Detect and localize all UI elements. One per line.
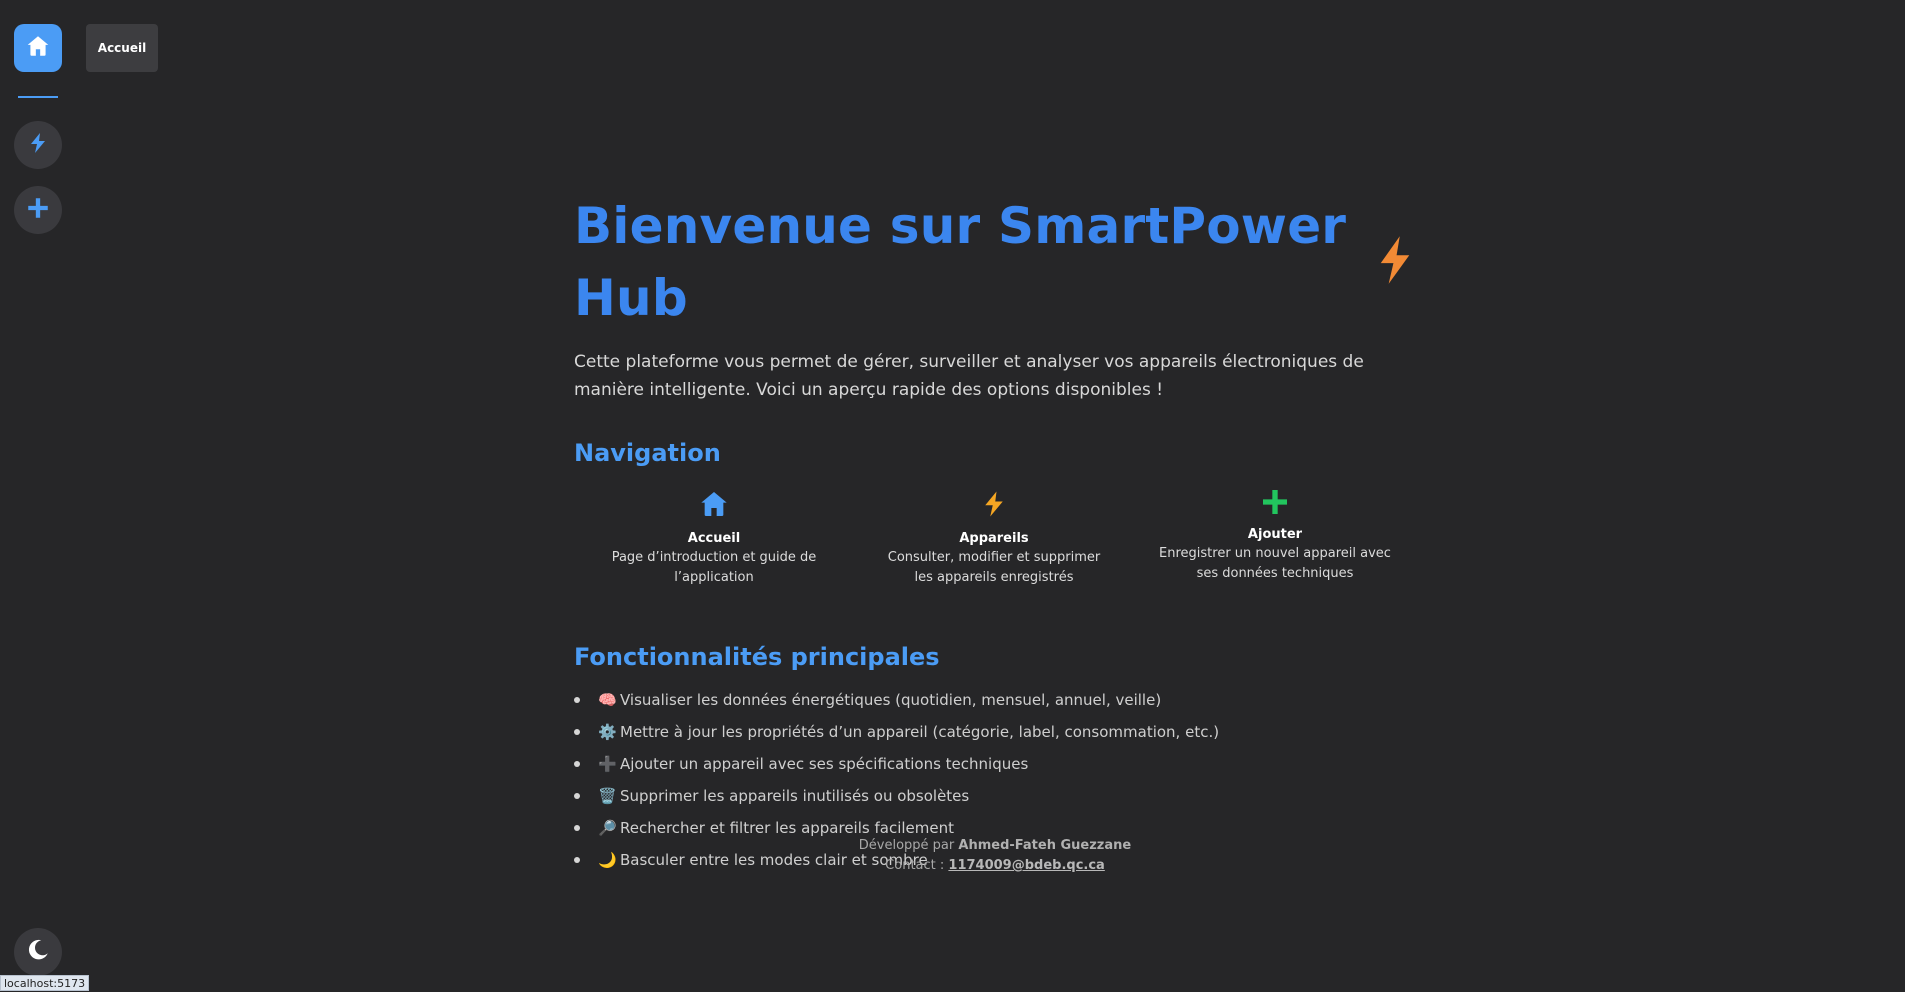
bolt-icon — [26, 131, 50, 159]
sidebar-tooltip: Accueil — [86, 24, 158, 72]
plus-icon: ➕ — [598, 755, 617, 773]
brain-icon: 🧠 — [598, 691, 617, 709]
footer-credit: Développé par Ahmed-Fateh Guezzane — [574, 836, 1416, 856]
search-icon: 🔎 — [598, 819, 617, 837]
sidebar-item-devices[interactable] — [14, 121, 62, 169]
page-title: Bienvenue sur SmartPower Hub — [574, 197, 1347, 327]
sidebar-item-add[interactable] — [14, 186, 62, 234]
feature-text: Supprimer les appareils inutilisés ou ob… — [620, 787, 970, 805]
bolt-icon — [1376, 234, 1414, 290]
gear-icon: ⚙️ — [598, 723, 617, 741]
sidebar — [0, 0, 76, 991]
feature-text: Visualiser les données énergétiques (quo… — [620, 691, 1162, 709]
nav-card-home[interactable]: Accueil Page d’introduction et guide de … — [574, 486, 854, 596]
status-bar-url: localhost:5173 — [0, 975, 90, 991]
footer-author: Ahmed-Fateh Guezzane — [958, 838, 1132, 853]
page-header: Bienvenue sur SmartPower Hub — [574, 190, 1414, 334]
list-item: 🗑️ Supprimer les appareils inutilisés ou … — [574, 780, 1414, 812]
footer-contact: Contact : 1174009@bdeb.qc.ca — [574, 856, 1416, 876]
nav-card-label: Appareils — [959, 531, 1029, 546]
main-content: Bienvenue sur SmartPower Hub Cette plate… — [574, 190, 1414, 876]
navigation-title: Navigation — [574, 439, 721, 467]
list-item: ➕ Ajouter un appareil avec ses spécificat… — [574, 748, 1414, 780]
list-item: 🧠 Visualiser les données énergétiques (qu… — [574, 684, 1414, 716]
home-icon — [698, 486, 730, 522]
plus-icon — [25, 195, 51, 225]
footer: Développé par Ahmed-Fateh Guezzane Conta… — [574, 836, 1416, 876]
list-item: ⚙️ Mettre à jour les propriétés d’un appa… — [574, 716, 1414, 748]
nav-card-devices[interactable]: Appareils Consulter, modifier et supprim… — [854, 486, 1134, 596]
home-icon — [25, 33, 51, 63]
nav-card-description: Page d’introduction et guide de l’applic… — [611, 550, 817, 585]
trash-icon: 🗑️ — [598, 787, 617, 805]
nav-card-description: Enregistrer un nouvel appareil avec ses … — [1159, 546, 1391, 581]
feature-text: Mettre à jour les propriétés d’un appare… — [620, 723, 1220, 741]
footer-contact-prefix: Contact : — [885, 858, 945, 873]
intro-text: Cette plateforme vous permet de gérer, s… — [574, 352, 1364, 400]
footer-credit-prefix: Développé par — [858, 838, 955, 853]
bolt-icon — [979, 486, 1009, 522]
nav-card-add[interactable]: Ajouter Enregistrer un nouvel appareil a… — [1134, 486, 1416, 596]
feature-text: Rechercher et filtrer les appareils faci… — [620, 819, 954, 837]
navigation-grid: Accueil Page d’introduction et guide de … — [574, 486, 1416, 596]
feature-text: Ajouter un appareil avec ses spécificati… — [620, 755, 1029, 773]
plus-icon — [1259, 486, 1291, 518]
nav-card-label: Ajouter — [1247, 527, 1303, 542]
sidebar-item-home[interactable] — [14, 24, 62, 72]
moon-icon — [25, 937, 51, 967]
features-title: Fonctionnalités principales — [574, 643, 940, 671]
nav-card-label: Accueil — [687, 531, 741, 546]
nav-card-description: Consulter, modifier et supprimer les app… — [887, 550, 1101, 585]
sidebar-divider — [18, 96, 58, 98]
footer-email-link[interactable]: 1174009@bdeb.qc.ca — [948, 858, 1104, 873]
theme-toggle-button[interactable] — [14, 928, 62, 976]
